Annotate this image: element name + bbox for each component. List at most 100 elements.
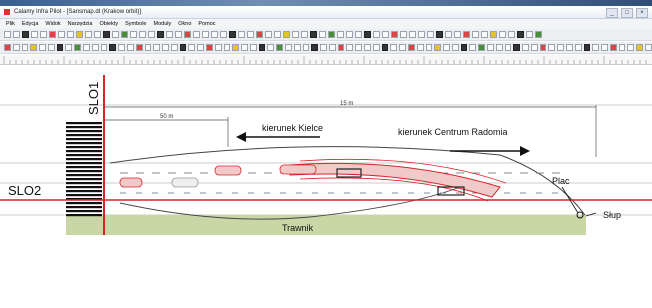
toolbar-tool-icon[interactable]	[311, 44, 319, 51]
vehicle-shape[interactable]	[119, 177, 143, 188]
toolbar-tool-icon[interactable]	[121, 31, 128, 38]
toolbar-tool-icon[interactable]	[390, 44, 398, 51]
toolbar-tool-icon[interactable]	[337, 44, 345, 51]
toolbar-tool-icon[interactable]	[355, 31, 362, 38]
toolbar-tool-icon[interactable]	[481, 31, 488, 38]
toolbar-tool-icon[interactable]	[328, 31, 335, 38]
toolbar-tool-icon[interactable]	[592, 44, 600, 51]
road-plan-drawing[interactable]: SLO1 SLO2 kierunek Kielce kierunek Centr…	[0, 65, 652, 303]
toolbar-tool-icon[interactable]	[184, 31, 191, 38]
toolbar-tool-icon[interactable]	[56, 44, 64, 51]
toolbar-tool-icon[interactable]	[645, 44, 652, 51]
toolbar-tool-icon[interactable]	[381, 44, 389, 51]
toolbar-tool-icon[interactable]	[94, 31, 101, 38]
toolbar-tool-icon[interactable]	[292, 31, 299, 38]
toolbar-tool-icon[interactable]	[4, 31, 11, 38]
menu-item-moduly[interactable]: Moduły	[154, 19, 172, 29]
toolbar-tool-icon[interactable]	[67, 31, 74, 38]
toolbar-tool-icon[interactable]	[436, 31, 443, 38]
toolbar-tool-icon[interactable]	[58, 31, 65, 38]
toolbar-tool-icon[interactable]	[472, 31, 479, 38]
toolbar-tool-icon[interactable]	[229, 31, 236, 38]
toolbar-tool-icon[interactable]	[274, 31, 281, 38]
drawing-canvas[interactable]: SLO1 SLO2 kierunek Kielce kierunek Centr…	[0, 65, 652, 303]
toolbar-tool-icon[interactable]	[21, 44, 29, 51]
toolbar-tool-icon[interactable]	[232, 44, 240, 51]
toolbar-tool-icon[interactable]	[47, 44, 55, 51]
toolbar-tool-icon[interactable]	[454, 31, 461, 38]
toolbar-tool-icon[interactable]	[517, 31, 524, 38]
vehicle-shape[interactable]	[214, 165, 242, 176]
toolbar-tool-icon[interactable]	[486, 44, 494, 51]
minimize-button[interactable]: _	[606, 8, 618, 18]
toolbar-tool-icon[interactable]	[74, 44, 82, 51]
toolbar-tool-icon[interactable]	[91, 44, 99, 51]
toolbar-tool-icon[interactable]	[49, 31, 56, 38]
toolbar-tool-icon[interactable]	[139, 31, 146, 38]
toolbar-tool-icon[interactable]	[609, 44, 617, 51]
toolbar-tool-icon[interactable]	[148, 31, 155, 38]
toolbar-tool-icon[interactable]	[530, 44, 538, 51]
toolbar-tool-icon[interactable]	[223, 44, 231, 51]
toolbar-tool-icon[interactable]	[22, 31, 29, 38]
toolbar-tool-icon[interactable]	[460, 44, 468, 51]
toolbar-tool-icon[interactable]	[285, 44, 292, 51]
toolbar-tool-icon[interactable]	[416, 44, 424, 51]
toolbar-tool-icon[interactable]	[118, 44, 125, 51]
toolbar-tool-icon[interactable]	[112, 31, 119, 38]
toolbar-tool-icon[interactable]	[144, 44, 152, 51]
toolbar-tool-icon[interactable]	[276, 44, 283, 51]
toolbar-tool-icon[interactable]	[469, 44, 477, 51]
toolbar-tool-icon[interactable]	[328, 44, 336, 51]
toolbar-tool-icon[interactable]	[283, 31, 290, 38]
toolbar-tool-icon[interactable]	[258, 44, 266, 51]
toolbar-tool-icon[interactable]	[249, 44, 257, 51]
toolbar-tool-icon[interactable]	[548, 44, 556, 51]
toolbar-tool-icon[interactable]	[409, 31, 416, 38]
toolbar-tool-icon[interactable]	[522, 44, 529, 51]
toolbar-tool-icon[interactable]	[188, 44, 196, 51]
toolbar-tool-icon[interactable]	[166, 31, 173, 38]
toolbar-tool-icon[interactable]	[504, 44, 512, 51]
vehicle-shape[interactable]	[171, 177, 199, 188]
toolbar-tool-icon[interactable]	[267, 44, 275, 51]
toolbar-tool-icon[interactable]	[130, 31, 137, 38]
toolbar-tool-icon[interactable]	[241, 44, 248, 51]
toolbar-tool-icon[interactable]	[100, 44, 108, 51]
toolbar-tool-icon[interactable]	[205, 44, 213, 51]
toolbar-tool-icon[interactable]	[109, 44, 117, 51]
menu-item-symbole[interactable]: Symbole	[125, 19, 146, 29]
toolbar-tool-icon[interactable]	[400, 31, 407, 38]
menu-item-narzedzia[interactable]: Narzędzia	[68, 19, 93, 29]
toolbar-tool-icon[interactable]	[434, 44, 442, 51]
toolbar-tool-icon[interactable]	[382, 31, 389, 38]
toolbar-tool-icon[interactable]	[193, 31, 200, 38]
vehicle-shape[interactable]	[279, 164, 317, 175]
toolbar-tool-icon[interactable]	[513, 44, 521, 51]
toolbar-tool-icon[interactable]	[427, 31, 434, 38]
toolbar-tool-icon[interactable]	[355, 44, 363, 51]
toolbar-tool-icon[interactable]	[574, 44, 582, 51]
toolbar-tool-icon[interactable]	[83, 44, 90, 51]
toolbar-tool-icon[interactable]	[399, 44, 406, 51]
menu-item-edycja[interactable]: Edycja	[22, 19, 39, 29]
toolbar-tool-icon[interactable]	[407, 44, 415, 51]
toolbar-tool-icon[interactable]	[495, 44, 503, 51]
toolbar-tool-icon[interactable]	[4, 44, 11, 51]
toolbar-tool-icon[interactable]	[103, 31, 110, 38]
toolbar-tool-icon[interactable]	[636, 44, 644, 51]
toolbar-tool-icon[interactable]	[179, 44, 187, 51]
toolbar-tool-icon[interactable]	[211, 31, 218, 38]
toolbar-tool-icon[interactable]	[30, 44, 38, 51]
toolbar-tool-icon[interactable]	[293, 44, 301, 51]
toolbar-tool-icon[interactable]	[583, 44, 591, 51]
toolbar-tool-icon[interactable]	[618, 44, 626, 51]
toolbar-tool-icon[interactable]	[535, 31, 542, 38]
toolbar-tool-icon[interactable]	[256, 31, 263, 38]
toolbar-tool-icon[interactable]	[247, 31, 254, 38]
toolbar-tool-icon[interactable]	[310, 31, 317, 38]
toolbar-tool-icon[interactable]	[202, 31, 209, 38]
horizontal-ruler[interactable]	[0, 55, 652, 65]
toolbar-tool-icon[interactable]	[40, 31, 47, 38]
toolbar-tool-icon[interactable]	[373, 31, 380, 38]
